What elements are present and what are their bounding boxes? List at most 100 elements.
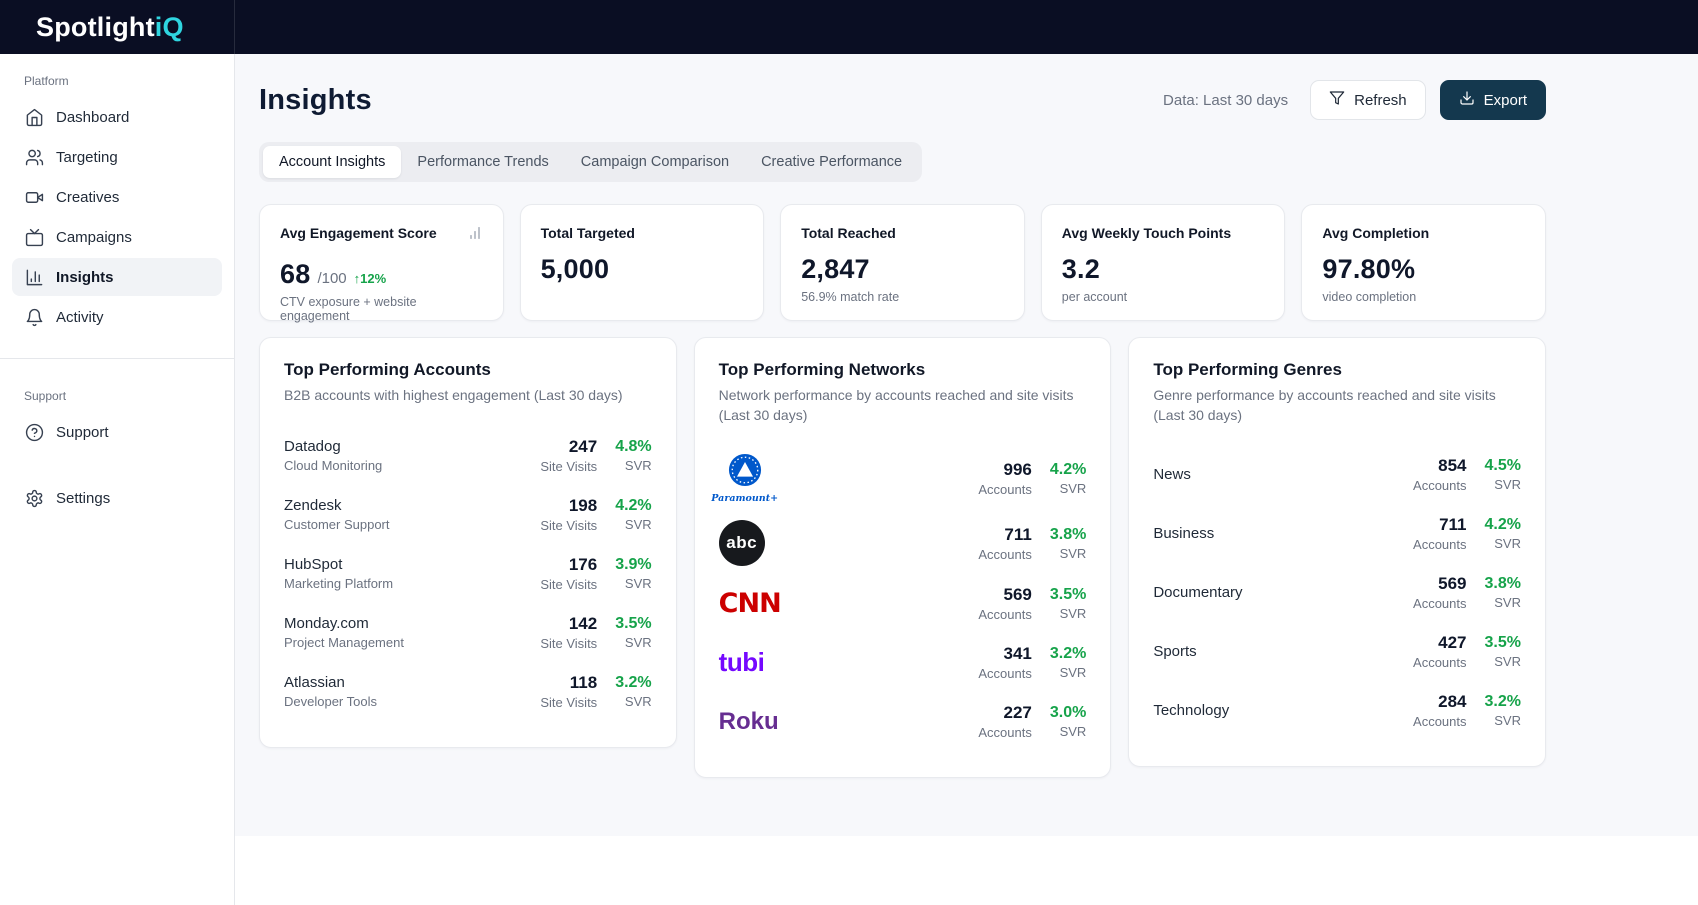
site-visits-value: 176 [540, 555, 597, 575]
brand-logo[interactable]: SpotlightiQ [36, 12, 184, 43]
kpi-delta-badge: ↑12% [354, 271, 387, 286]
panel-title: Top Performing Genres [1153, 360, 1521, 380]
top-bar: SpotlightiQ [0, 0, 1698, 54]
account-category: Customer Support [284, 517, 522, 532]
tubi-logo: tubi [719, 647, 961, 678]
sidebar-item-label: Insights [56, 269, 114, 286]
site-visits-value: 247 [540, 437, 597, 457]
site-visits-label: Site Visits [540, 636, 597, 651]
svr-label: SVR [615, 517, 651, 532]
sidebar-spacer [12, 453, 222, 479]
cnn-wordmark: CNN [719, 588, 781, 619]
svr-value: 3.8% [1050, 526, 1086, 544]
svr-label: SVR [1485, 477, 1521, 492]
download-icon [1459, 90, 1475, 110]
svr-label: SVR [1050, 546, 1086, 561]
accounts-label: Accounts [978, 607, 1031, 622]
kpi-card-engagement: Avg Engagement Score 68 /100 ↑12% CTV ex… [259, 204, 504, 321]
account-row: DatadogCloud Monitoring 247Site Visits 4… [284, 426, 652, 485]
account-name: Zendesk [284, 497, 522, 514]
tab-performance-trends[interactable]: Performance Trends [401, 146, 564, 178]
svr-label: SVR [615, 694, 651, 709]
account-category: Project Management [284, 635, 522, 650]
abc-logo: abc [719, 520, 961, 566]
svr-value: 4.2% [1050, 461, 1086, 479]
sidebar-section-support: Support [12, 383, 222, 413]
export-button[interactable]: Export [1440, 80, 1546, 120]
cnn-logo: CNN [719, 588, 961, 619]
account-row: ZendeskCustomer Support 198Site Visits 4… [284, 485, 652, 544]
accounts-label: Accounts [978, 482, 1031, 497]
filter-icon [1329, 90, 1345, 110]
help-circle-icon [24, 422, 44, 442]
accounts-value: 427 [1413, 633, 1466, 653]
kpi-value: 97.80% [1322, 254, 1415, 285]
paramount-wordmark: Paramount+ [711, 493, 778, 504]
site-visits-label: Site Visits [540, 459, 597, 474]
accounts-value: 341 [978, 644, 1031, 664]
sidebar-item-support[interactable]: Support [12, 413, 222, 451]
accounts-label: Accounts [1413, 478, 1466, 493]
accounts-label: Accounts [978, 725, 1031, 740]
svr-value: 3.5% [615, 615, 651, 633]
top-networks-panel: Top Performing Networks Network performa… [694, 337, 1112, 778]
account-name: Atlassian [284, 674, 522, 691]
sidebar-item-insights[interactable]: Insights [12, 258, 222, 296]
kpi-title: Avg Engagement Score [280, 225, 437, 241]
panel-title: Top Performing Accounts [284, 360, 652, 380]
kpi-card-targeted: Total Targeted 5,000 [520, 204, 765, 321]
kpi-value: 3.2 [1062, 254, 1100, 285]
accounts-label: Accounts [1413, 655, 1466, 670]
accounts-value: 227 [978, 703, 1031, 723]
svr-value: 4.2% [1485, 516, 1521, 534]
sidebar-item-settings[interactable]: Settings [12, 479, 222, 517]
refresh-button[interactable]: Refresh [1310, 80, 1426, 120]
site-visits-label: Site Visits [540, 518, 597, 533]
kpi-value: 68 [280, 259, 310, 290]
sidebar-item-campaigns[interactable]: Campaigns [12, 218, 222, 256]
sidebar-item-activity[interactable]: Activity [12, 298, 222, 336]
genre-row: News 854Accounts 4.5%SVR [1153, 445, 1521, 504]
tab-campaign-comparison[interactable]: Campaign Comparison [565, 146, 745, 178]
kpi-value: 5,000 [541, 254, 610, 285]
kpi-title: Total Targeted [541, 225, 635, 241]
bar-chart-icon [24, 267, 44, 287]
top-genres-panel: Top Performing Genres Genre performance … [1128, 337, 1546, 767]
sidebar-item-creatives[interactable]: Creatives [12, 178, 222, 216]
accounts-label: Accounts [978, 547, 1031, 562]
accounts-value: 569 [1413, 574, 1466, 594]
svr-label: SVR [1485, 595, 1521, 610]
tab-account-insights[interactable]: Account Insights [263, 146, 401, 178]
svr-value: 3.2% [1485, 693, 1521, 711]
genre-row: Documentary 569Accounts 3.8%SVR [1153, 563, 1521, 622]
svr-value: 3.0% [1050, 704, 1086, 722]
brand-logo-container: SpotlightiQ [0, 0, 235, 54]
kpi-value-suffix: /100 [317, 270, 346, 287]
sidebar-divider [0, 358, 234, 359]
abc-wordmark: abc [719, 520, 765, 566]
genre-name: Sports [1153, 643, 1395, 660]
paramount-mountain-icon [728, 453, 762, 492]
kpi-subtitle: CTV exposure + website engagement [280, 295, 483, 323]
main-content: Insights Data: Last 30 days Refresh Expo… [235, 54, 1698, 836]
kpi-title: Avg Weekly Touch Points [1062, 225, 1231, 241]
sidebar-section-platform: Platform [12, 68, 222, 98]
network-row: tubi 341Accounts 3.2%SVR [719, 633, 1087, 692]
sidebar-item-dashboard[interactable]: Dashboard [12, 98, 222, 136]
accounts-value: 569 [978, 585, 1031, 605]
tab-creative-performance[interactable]: Creative Performance [745, 146, 918, 178]
panel-subtitle: Genre performance by accounts reached an… [1153, 386, 1521, 425]
svr-label: SVR [1485, 536, 1521, 551]
kpi-cards: Avg Engagement Score 68 /100 ↑12% CTV ex… [259, 204, 1546, 321]
svr-value: 4.2% [615, 497, 651, 515]
brand-name-primary: Spotlight [36, 12, 155, 42]
kpi-subtitle: 56.9% match rate [801, 290, 1004, 304]
svr-value: 3.2% [1050, 645, 1086, 663]
svr-value: 3.5% [1050, 586, 1086, 604]
accounts-label: Accounts [1413, 596, 1466, 611]
genre-row: Business 711Accounts 4.2%SVR [1153, 504, 1521, 563]
svr-value: 3.2% [615, 674, 651, 692]
page-title: Insights [259, 84, 372, 117]
sidebar-item-targeting[interactable]: Targeting [12, 138, 222, 176]
kpi-card-touch-points: Avg Weekly Touch Points 3.2 per account [1041, 204, 1286, 321]
